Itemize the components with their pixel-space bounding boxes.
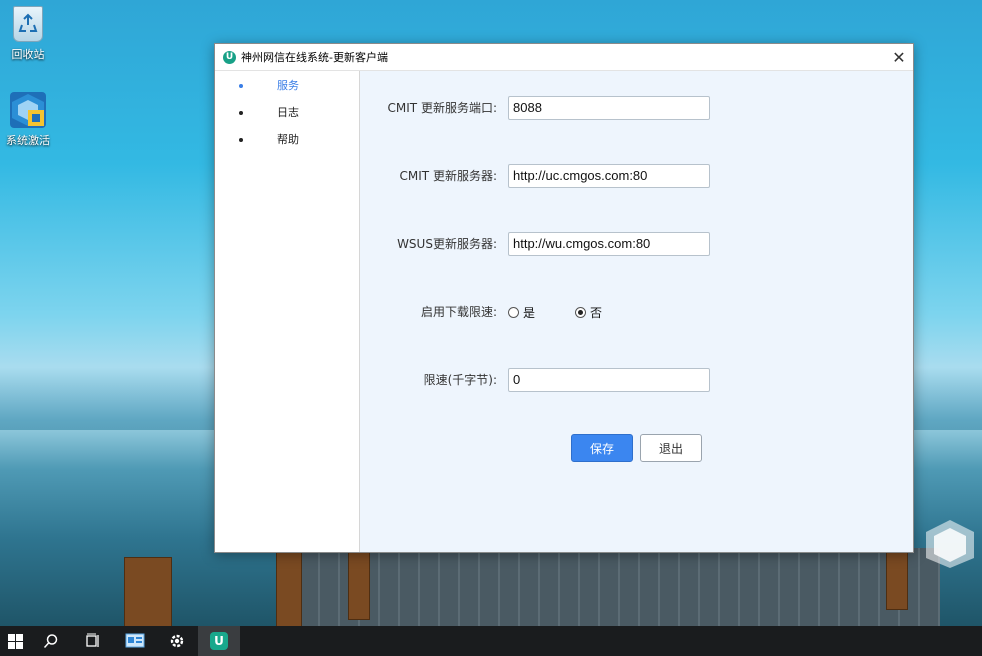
- exit-button[interactable]: 退出: [640, 434, 702, 462]
- cmit-port-label: CMIT 更新服务端口:: [387, 101, 497, 115]
- desktop-icon-system-activation[interactable]: 系统激活: [0, 92, 56, 148]
- sidebar-item-label: 日志: [277, 106, 299, 119]
- task-view-button[interactable]: [72, 626, 114, 656]
- settings-panel: CMIT 更新服务端口: 8088 CMIT 更新服务器: http://uc.…: [360, 71, 913, 552]
- rate-limit-enable-label: 启用下载限速:: [420, 305, 497, 319]
- desktop-icon-label: 系统激活: [6, 134, 50, 147]
- rate-limit-enable-row: 启用下载限速: 是 否: [360, 300, 913, 324]
- sidebar-item-log[interactable]: 日志: [215, 99, 359, 126]
- cmit-server-input[interactable]: http://uc.cmgos.com:80: [508, 164, 710, 188]
- radio-label: 否: [590, 305, 603, 320]
- recycle-bin-icon: [13, 6, 43, 42]
- radio-label: 是: [523, 305, 536, 320]
- desktop-icon-label: 回收站: [11, 48, 45, 61]
- taskbar: U: [0, 626, 982, 656]
- sidebar-item-service[interactable]: 服务: [215, 72, 359, 99]
- rate-limit-label: 限速(千字节):: [423, 373, 497, 387]
- desktop-wallpaper-pier: [300, 548, 940, 628]
- update-client-taskbar-button[interactable]: U: [198, 626, 240, 656]
- pier-post: [348, 548, 370, 620]
- cmit-port-row: CMIT 更新服务端口: 8088: [360, 96, 913, 120]
- save-button[interactable]: 保存: [571, 434, 633, 462]
- rate-limit-row: 限速(千字节): 0: [360, 368, 913, 392]
- cmit-server-row: CMIT 更新服务器: http://uc.cmgos.com:80: [360, 164, 913, 188]
- action-buttons-row: 保存 退出: [360, 434, 913, 462]
- start-button[interactable]: [0, 626, 30, 656]
- cmit-server-label: CMIT 更新服务器:: [399, 169, 497, 183]
- rate-limit-yes-radio[interactable]: 是: [508, 304, 535, 321]
- close-button[interactable]: ✕: [885, 44, 913, 70]
- window-title: 神州网信在线系统-更新客户端: [241, 51, 388, 64]
- watermark-cube-icon: [926, 520, 974, 568]
- app-logo-icon: U: [223, 50, 236, 64]
- window-titlebar[interactable]: U 神州网信在线系统-更新客户端 ✕: [215, 44, 913, 71]
- wsus-server-label: WSUS更新服务器:: [397, 237, 497, 251]
- search-icon: [43, 634, 58, 649]
- task-view-icon: [86, 633, 99, 647]
- search-button[interactable]: [30, 626, 72, 656]
- system-activation-icon: [10, 92, 46, 128]
- update-client-window: U 神州网信在线系统-更新客户端 ✕ 服务 日志 帮助 CMIT 更新服务端口:…: [214, 43, 914, 553]
- radio-circle-icon: [508, 306, 519, 318]
- start-icon: [7, 633, 23, 649]
- pc-manager-icon: [125, 633, 145, 648]
- rate-limit-input[interactable]: 0: [508, 368, 710, 392]
- pier-post: [124, 557, 172, 629]
- wsus-server-row: WSUS更新服务器: http://wu.cmgos.com:80: [360, 232, 913, 256]
- desktop-icon-recycle-bin[interactable]: 回收站: [0, 6, 56, 62]
- radio-circle-icon: [575, 306, 587, 318]
- sidebar-item-label: 服务: [277, 79, 299, 92]
- pc-manager-button[interactable]: [114, 626, 156, 656]
- pier-post: [886, 548, 908, 610]
- rate-limit-no-radio[interactable]: 否: [575, 304, 602, 321]
- settings-button[interactable]: [156, 626, 198, 656]
- sidebar-item-label: 帮助: [277, 133, 299, 146]
- sidebar: 服务 日志 帮助: [215, 71, 360, 552]
- pier-post: [276, 548, 302, 630]
- sidebar-item-help[interactable]: 帮助: [215, 126, 359, 153]
- wsus-server-input[interactable]: http://wu.cmgos.com:80: [508, 232, 710, 256]
- cmit-port-input[interactable]: 8088: [508, 96, 710, 120]
- settings-icon: [170, 634, 184, 648]
- rate-limit-radio-group: 是 否: [508, 300, 642, 324]
- update-client-icon: U: [210, 632, 228, 650]
